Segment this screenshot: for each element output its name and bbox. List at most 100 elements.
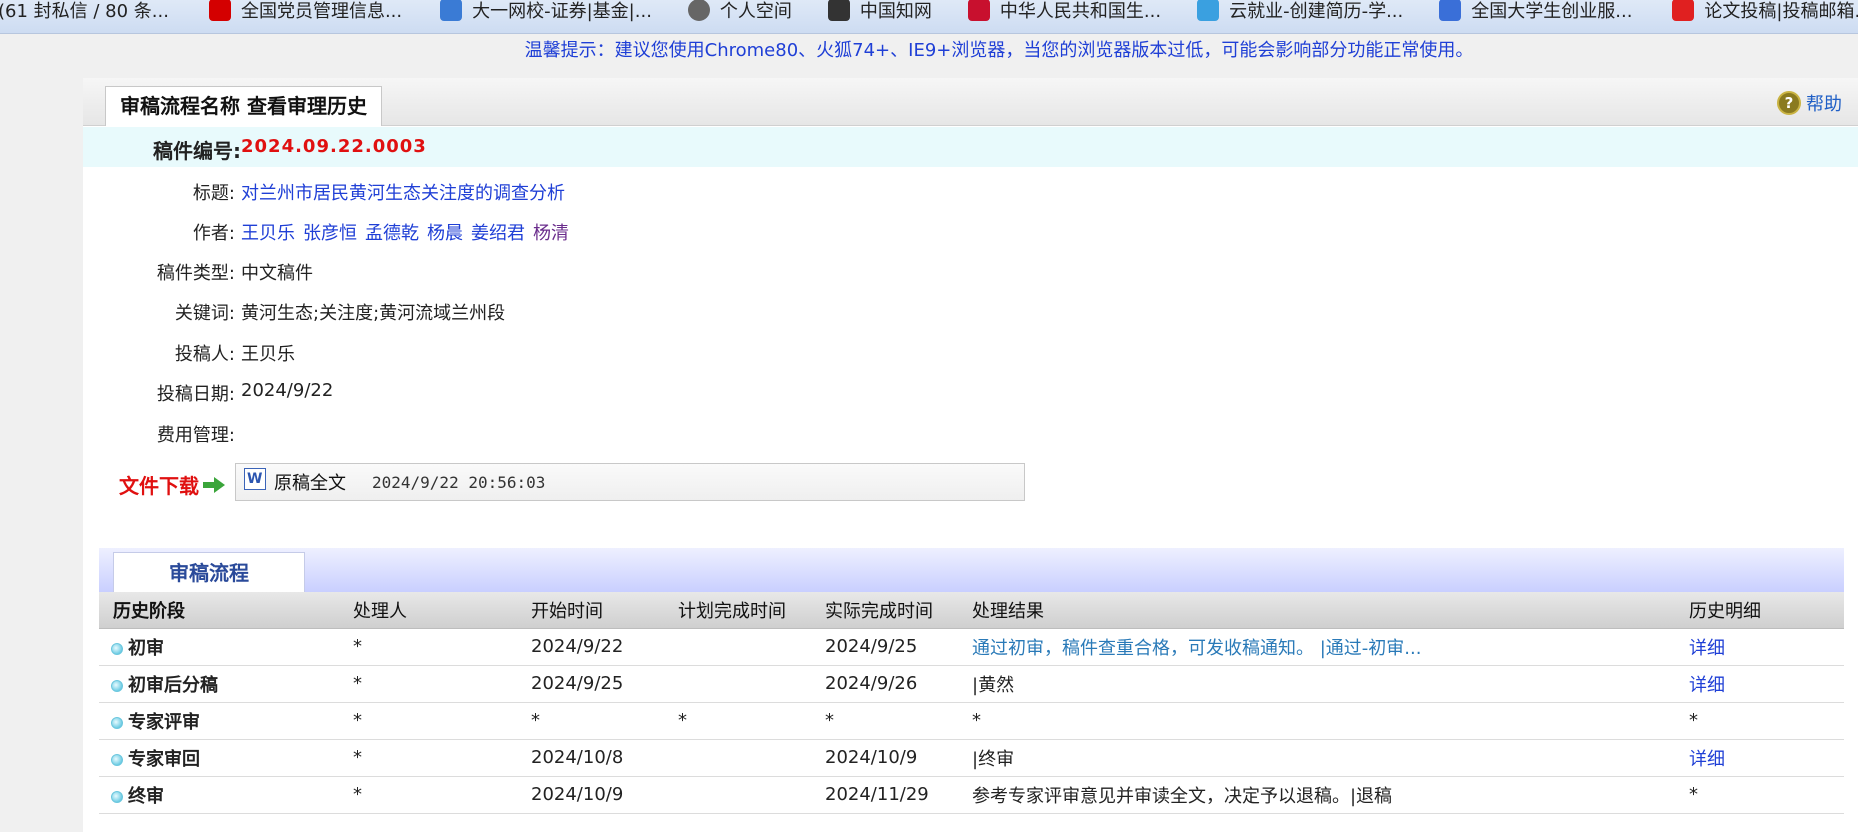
arrow-right-icon — [203, 476, 225, 493]
column-header: 实际完成时间 — [825, 592, 972, 629]
planned-cell — [678, 628, 825, 666]
national-emblem-icon — [967, 0, 990, 21]
download-label: 文件下载 — [119, 474, 199, 498]
help-label: 帮助 — [1806, 94, 1842, 115]
start-cell: 2024/10/9 — [531, 776, 678, 814]
detail-link[interactable]: 详细 — [1689, 749, 1725, 770]
title-bar: 审稿流程名称 查看审理历史 ? 帮助 — [83, 78, 1858, 126]
party-emblem-icon — [208, 0, 231, 21]
bookmark-label: 全国大学生创业服... — [1471, 0, 1633, 22]
submitter-value: 王贝乐 — [241, 344, 295, 365]
planned-cell — [678, 665, 825, 703]
table-row: 初审 * 2024/9/22 2024/9/25 通过初审，稿件查重合格，可发收… — [99, 628, 1844, 666]
stage-name: 初审后分稿 — [128, 674, 218, 696]
author-link[interactable]: 杨清 — [533, 223, 569, 244]
bookmark-item[interactable]: 论文投稿|投稿邮箱... — [1672, 0, 1858, 23]
handler-cell: * — [353, 665, 531, 703]
fee-label: 费用管理: — [156, 425, 235, 446]
word-document-icon — [244, 468, 266, 490]
stage-cell: 初审 — [99, 628, 353, 666]
author-link[interactable]: 孟德乾 — [365, 223, 419, 244]
journal-icon — [1672, 0, 1695, 21]
stage-cell: 初审后分稿 — [99, 665, 353, 703]
stage-name: 初审 — [128, 637, 164, 659]
bookmark-label: 中国知网 — [859, 0, 932, 22]
field-date: 投稿日期: 2024/9/22 — [83, 380, 1283, 410]
bookmark-label: 个人空间 — [719, 0, 792, 22]
field-authors: 作者: 王贝乐 张彦恒 孟德乾 杨晨 姜绍君 杨清 — [83, 219, 1283, 249]
table-row: 终审 * 2024/10/9 2024/11/29 参考专家评审意见并审读全文，… — [99, 776, 1844, 814]
actual-cell: * — [825, 702, 972, 740]
actual-cell: 2024/9/25 — [825, 628, 972, 666]
detail-link[interactable]: 详细 — [1689, 638, 1725, 659]
cnki-icon — [827, 0, 850, 21]
author-link[interactable]: 张彦恒 — [303, 223, 357, 244]
title-label: 标题: — [192, 183, 235, 204]
stage-cell: 专家评审 — [99, 702, 353, 740]
start-cell: 2024/9/25 — [531, 665, 678, 703]
author-link[interactable]: 杨晨 — [427, 223, 463, 244]
stage-name: 终审 — [128, 785, 164, 807]
browser-notice: 温馨提示：建议您使用Chrome80、火狐74+、IE9+浏览器，当您的浏览器版… — [524, 40, 1474, 61]
table-row: 初审后分稿 * 2024/9/25 2024/9/26 |黄然 详细 — [99, 665, 1844, 703]
download-file-name[interactable]: 原稿全文 — [274, 469, 346, 495]
manuscript-id-row: 稿件编号: 2024.09.22.0003 — [83, 127, 1858, 167]
planned-cell: * — [678, 702, 825, 740]
authors-label: 作者: — [192, 223, 235, 244]
title-link[interactable]: 对兰州市居民黄河生态关注度的调查分析 — [241, 179, 565, 205]
bookmarks-bar: (61 封私信 / 80 条... 全国党员管理信息... 大一网校-证券|基金|.… — [0, 0, 1858, 34]
type-value: 中文稿件 — [241, 263, 313, 284]
stage-cell: 专家审回 — [99, 739, 353, 777]
field-fee: 费用管理: — [83, 421, 1283, 451]
download-file-time: 2024/9/22 20:56:03 — [372, 472, 546, 492]
column-header: 处理结果 — [972, 592, 1689, 629]
manuscript-id-label: 稿件编号: — [153, 139, 241, 163]
bookmark-label: 论文投稿|投稿邮箱... — [1704, 0, 1858, 22]
bookmark-item[interactable]: 云就业-创建简历-学... — [1197, 0, 1403, 23]
author-link[interactable]: 王贝乐 — [241, 223, 295, 244]
bookmark-item[interactable]: 全国大学生创业服... — [1439, 0, 1632, 23]
bullet-dot-icon — [111, 753, 123, 766]
tab-review-flow[interactable]: 审稿流程 — [113, 552, 305, 592]
column-header: 计划完成时间 — [678, 592, 825, 629]
author-link[interactable]: 姜绍君 — [471, 223, 525, 244]
download-file-row[interactable]: 原稿全文 2024/9/22 20:56:03 — [235, 463, 1025, 501]
bookmark-item[interactable]: 中国知网 — [827, 0, 932, 23]
bookmark-item[interactable]: (61 封私信 / 80 条... — [0, 0, 169, 23]
start-cell: 2024/10/8 — [531, 739, 678, 777]
field-keywords: 关键词: 黄河生态;关注度;黄河流域兰州段 — [83, 299, 1283, 329]
result-cell: * — [972, 702, 1689, 740]
main-panel: 审稿流程名称 查看审理历史 ? 帮助 稿件编号: 2024.09.22.0003… — [83, 78, 1858, 832]
bookmark-label: 中华人民共和国生... — [999, 0, 1162, 22]
result-cell: 参考专家评审意见并审读全文，决定予以退稿。|退稿 — [972, 776, 1689, 814]
result-cell[interactable]: 通过初审，稿件查重合格，可发收稿通知。 |通过-初审... — [972, 628, 1689, 666]
column-header: 历史明细 — [1689, 592, 1844, 629]
result-cell: |终审 — [972, 739, 1689, 777]
bookmark-item[interactable]: 个人空间 — [687, 0, 792, 23]
planned-cell — [678, 776, 825, 814]
planned-cell — [678, 739, 825, 777]
bookmark-item[interactable]: 全国党员管理信息... — [208, 0, 402, 23]
bookmark-item[interactable]: 大一网校-证券|基金|... — [440, 0, 652, 23]
field-submitter: 投稿人: 王贝乐 — [83, 340, 1283, 370]
school-icon — [440, 0, 463, 21]
handler-cell: * — [353, 702, 531, 740]
stage-name: 专家评审 — [128, 711, 200, 733]
authors-list: 王贝乐 张彦恒 孟德乾 杨晨 姜绍君 杨清 — [241, 219, 577, 245]
handler-cell: * — [353, 628, 531, 666]
type-label: 稿件类型: — [156, 263, 235, 284]
bookmark-label: 云就业-创建简历-学... — [1229, 0, 1404, 22]
help-icon: ? — [1777, 91, 1801, 115]
result-cell: |黄然 — [972, 665, 1689, 703]
actual-cell: 2024/10/9 — [825, 739, 972, 777]
bookmark-item[interactable]: 中华人民共和国生... — [967, 0, 1162, 23]
help-link[interactable]: ? 帮助 — [1777, 90, 1842, 116]
table-row: 专家审回 * 2024/10/8 2024/10/9 |终审 详细 — [99, 739, 1844, 777]
cloud-icon — [1197, 0, 1220, 21]
detail-link[interactable]: 详细 — [1689, 675, 1725, 696]
stage-cell: 终审 — [99, 776, 353, 814]
start-cell: 2024/9/22 — [531, 628, 678, 666]
flow-header: 审稿流程 — [99, 548, 1844, 592]
actual-cell: 2024/11/29 — [825, 776, 972, 814]
detail-cell: 详细 — [1689, 628, 1844, 666]
